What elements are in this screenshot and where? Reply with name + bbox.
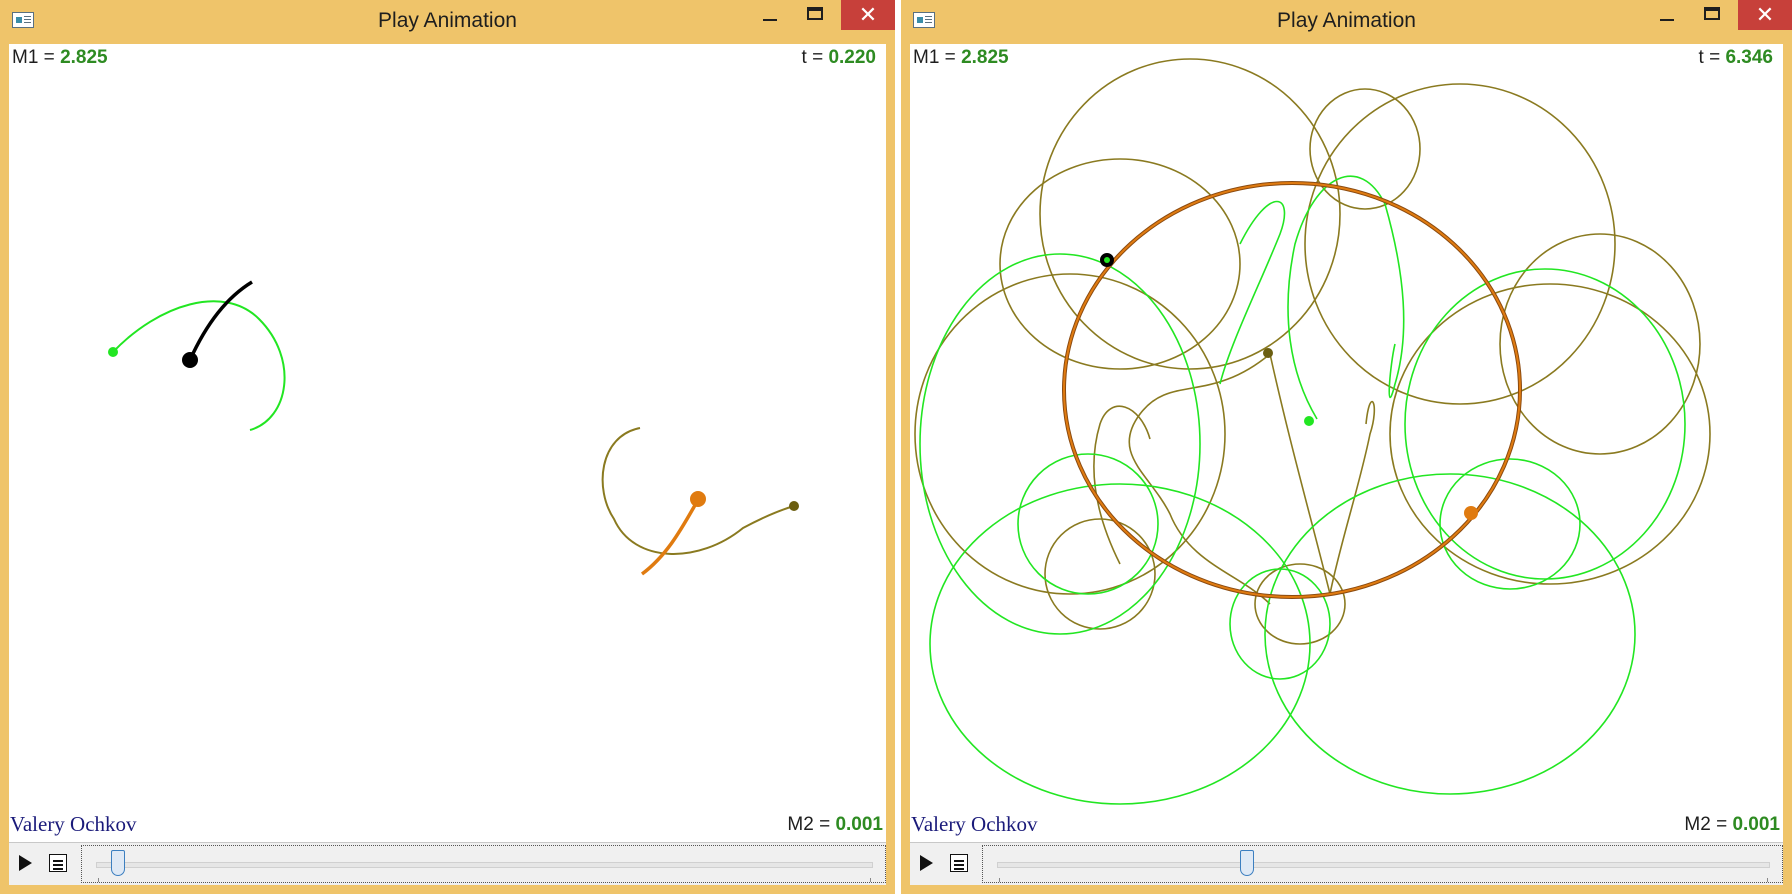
- time-slider[interactable]: [81, 845, 886, 883]
- black-trail: [188, 280, 253, 361]
- green-loop: [919, 253, 1201, 635]
- maximize-icon[interactable]: [1692, 0, 1732, 30]
- author-label: Valery Ochkov: [911, 812, 1038, 836]
- t-label: t =: [1698, 47, 1726, 68]
- olive-body: [1263, 348, 1273, 358]
- olive-loop: [1389, 283, 1711, 585]
- m2-label: M2 =: [787, 814, 836, 835]
- olive-body: [789, 501, 799, 511]
- author-label: Valery Ochkov: [10, 812, 137, 836]
- minimize-icon[interactable]: [1646, 0, 1686, 30]
- play-icon[interactable]: [19, 855, 32, 871]
- m1-label: M1 =: [913, 47, 962, 68]
- slider-track[interactable]: [997, 862, 1770, 868]
- slider-tick: [1767, 878, 1768, 882]
- slider-tick: [98, 878, 99, 882]
- green-loop: [1439, 458, 1581, 590]
- close-icon[interactable]: ✕: [1738, 0, 1792, 30]
- m1-value: 2.825: [60, 47, 108, 68]
- green-trace: [112, 300, 286, 431]
- orbit-plot: [108, 280, 799, 576]
- minimize-icon[interactable]: [749, 0, 789, 30]
- m1-m2-orbit-highlight: [1063, 182, 1521, 598]
- time-readout: t = 0.220: [802, 47, 876, 69]
- olive-loop: [999, 158, 1241, 370]
- list-icon[interactable]: [950, 854, 968, 872]
- green-loop: [1017, 453, 1159, 595]
- slider-thumb[interactable]: [111, 850, 126, 876]
- green-loop: [929, 483, 1311, 805]
- playback-bar: [910, 842, 1783, 885]
- m2-value: 0.001: [835, 814, 883, 835]
- green-body-center: [1304, 416, 1314, 426]
- maximize-icon[interactable]: [795, 0, 835, 30]
- green-trace: [1287, 175, 1405, 420]
- playback-bar: [9, 842, 886, 885]
- olive-trace: [1269, 353, 1376, 595]
- green-body: [1104, 257, 1110, 263]
- t-value: 6.346: [1725, 47, 1773, 68]
- olive-loop: [1499, 233, 1701, 455]
- m1-readout: M1 = 2.825: [12, 47, 108, 69]
- olive-loop: [1039, 58, 1341, 370]
- m2-body: [690, 491, 706, 507]
- m1-value: 2.825: [961, 47, 1009, 68]
- animation-canvas: M1 = 2.825 t = 0.220 Valery Ochkov M2 = …: [9, 44, 886, 842]
- olive-loop: [1304, 83, 1616, 405]
- orbit-plot: [914, 58, 1711, 805]
- slider-thumb[interactable]: [1239, 850, 1254, 876]
- green-body: [108, 347, 118, 357]
- slider-tick: [999, 878, 1000, 882]
- t-label: t =: [801, 47, 829, 68]
- olive-trace: [1128, 353, 1271, 605]
- t-value: 0.220: [828, 47, 876, 68]
- title-bar[interactable]: Play Animation ✕: [901, 0, 1792, 44]
- orange-trail: [640, 499, 700, 576]
- m2-body: [1464, 506, 1478, 520]
- green-loop: [1404, 268, 1686, 580]
- olive-trace: [914, 58, 1711, 645]
- list-icon[interactable]: [49, 854, 67, 872]
- m1-m2-orbit: [1062, 181, 1522, 599]
- time-readout: t = 6.346: [1699, 47, 1773, 69]
- title-bar[interactable]: Play Animation ✕: [0, 0, 895, 44]
- m1-label: M1 =: [12, 47, 61, 68]
- m1-readout: M1 = 2.825: [913, 47, 1009, 69]
- m1-body: [182, 352, 198, 368]
- animation-window-left: Play Animation ✕ M1 = 2.825 t = 0.220 Va…: [0, 0, 895, 894]
- green-trace: [1219, 200, 1286, 385]
- olive-loop: [1044, 518, 1156, 630]
- olive-trace: [601, 427, 795, 555]
- m2-readout: M2 = 0.001: [1684, 814, 1780, 836]
- m2-value: 0.001: [1732, 814, 1780, 835]
- animation-window-right: Play Animation ✕ M1 = 2.825 t = 6.346 Va…: [901, 0, 1792, 894]
- animation-canvas: M1 = 2.825 t = 6.346 Valery Ochkov M2 = …: [910, 44, 1783, 842]
- m2-label: M2 =: [1684, 814, 1733, 835]
- time-slider[interactable]: [982, 845, 1783, 883]
- m2-readout: M2 = 0.001: [787, 814, 883, 836]
- play-icon[interactable]: [920, 855, 933, 871]
- slider-track[interactable]: [96, 862, 873, 868]
- close-icon[interactable]: ✕: [841, 0, 895, 30]
- slider-tick: [870, 878, 871, 882]
- green-loop: [1229, 568, 1331, 680]
